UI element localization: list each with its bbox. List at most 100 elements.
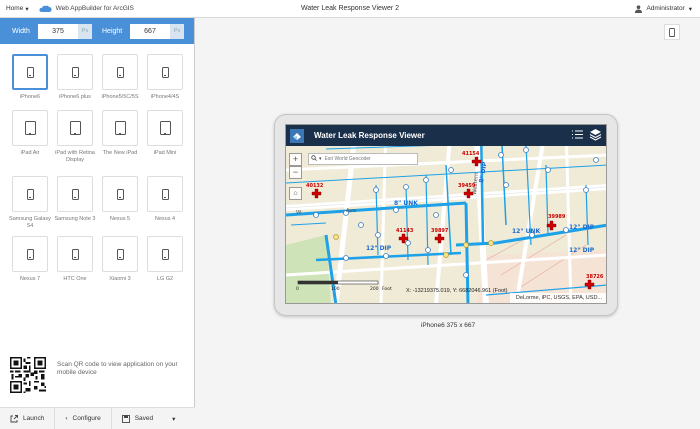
device-sidebar: Width Px Height Px iPhone6 iPhone6 plus … <box>0 18 195 429</box>
device-tile <box>57 176 93 212</box>
zoom-controls: + − ⌂ <box>289 153 302 200</box>
phone-icon <box>161 188 169 200</box>
scale-tick: 200 <box>370 286 379 292</box>
device-ipad-retina[interactable]: iPad with Retina Display <box>55 110 95 164</box>
legend-list-icon[interactable] <box>571 128 584 143</box>
device-label: Nexus 5 <box>109 216 131 222</box>
device-note-3[interactable]: Samsung Note 3 <box>55 176 95 223</box>
pipe-label: 12" DIP <box>569 224 595 231</box>
layers-icon[interactable] <box>589 128 602 143</box>
app-preview[interactable]: 8" UNK 12" DIP 12" UNK 12" DIP 12" DIP 8… <box>285 124 607 304</box>
geocoder-search[interactable]: ▾ <box>308 153 418 165</box>
chevron-left-icon: ‹ <box>65 415 68 422</box>
chevron-down-icon: ▾ <box>172 415 176 423</box>
width-label: Width <box>12 27 30 35</box>
search-input[interactable] <box>324 156 405 162</box>
device-tile <box>57 54 93 90</box>
home-menu[interactable]: Home ▾ <box>6 5 29 13</box>
saved-label: Saved <box>134 415 154 422</box>
app-title: Water Leak Response Viewer <box>314 131 425 140</box>
chevron-down-icon: ▾ <box>25 5 29 13</box>
device-iphone4[interactable]: iPhone4/4S <box>147 54 183 101</box>
configure-button[interactable]: ‹ Configure <box>55 408 112 429</box>
device-label: iPhone5/5C/5S <box>101 94 139 100</box>
app-header: Water Leak Response Viewer <box>286 125 606 146</box>
street-label: Ave <box>346 208 357 214</box>
device-tile <box>102 176 138 212</box>
phone-icon <box>161 248 169 260</box>
leak-id: 38726 <box>586 274 604 280</box>
device-ipad-air[interactable]: iPad Air <box>12 110 48 157</box>
phone-icon <box>669 27 675 37</box>
device-nexus-7[interactable]: Nexus 7 <box>12 236 48 283</box>
device-tile <box>147 176 183 212</box>
phone-icon <box>116 248 124 260</box>
device-label: LG G2 <box>156 276 174 282</box>
cloud-logo-icon <box>39 5 52 12</box>
scale-unit: Foot <box>382 286 392 292</box>
device-nexus-5[interactable]: Nexus 5 <box>102 176 138 223</box>
device-label: iPhone4/4S <box>150 94 180 100</box>
device-nexus-4[interactable]: Nexus 4 <box>147 176 183 223</box>
user-menu[interactable]: Administrator ▾ <box>635 4 692 13</box>
home-view-button[interactable]: ⌂ <box>289 187 302 200</box>
device-label: The New iPad <box>102 150 138 156</box>
device-label: iPhone6 <box>19 94 41 100</box>
phone-icon <box>116 188 124 200</box>
orientation-toggle[interactable] <box>664 24 680 40</box>
size-bar: Width Px Height Px <box>0 18 194 44</box>
zoom-in-button[interactable]: + <box>289 153 302 166</box>
device-tile <box>147 110 183 146</box>
height-input[interactable] <box>130 23 170 39</box>
save-button[interactable]: Saved ▾ <box>112 408 186 429</box>
device-galaxy-s4[interactable]: Samsung Galaxy S4 <box>9 176 51 230</box>
tablet-icon <box>114 121 126 135</box>
device-tile <box>57 110 93 146</box>
device-label: Nexus 4 <box>154 216 176 222</box>
device-iphone6-plus[interactable]: iPhone6 plus <box>57 54 93 101</box>
device-htc-one[interactable]: HTC One <box>57 236 93 283</box>
device-label: Xiaomi 3 <box>109 276 131 282</box>
launch-icon <box>10 414 18 422</box>
device-xiaomi-3[interactable]: Xiaomi 3 <box>102 236 138 283</box>
chevron-down-icon: ▾ <box>688 5 692 13</box>
map-view[interactable]: 8" UNK 12" DIP 12" UNK 12" DIP 12" DIP 8… <box>286 125 607 304</box>
save-icon <box>121 414 130 423</box>
zoom-out-button[interactable]: − <box>289 166 302 179</box>
device-tile <box>12 176 48 212</box>
phone-icon <box>26 188 34 200</box>
leak-id: 41154 <box>462 151 480 157</box>
phone-icon <box>71 66 79 78</box>
device-iphone6[interactable]: iPhone6 <box>12 54 48 101</box>
width-input[interactable] <box>38 23 78 39</box>
leak-id: 39897 <box>431 228 449 234</box>
device-label: Samsung Note 3 <box>54 216 96 222</box>
preview-area: 8" UNK 12" DIP 12" UNK 12" DIP 12" DIP 8… <box>196 18 700 429</box>
qr-code-icon <box>10 357 46 393</box>
launch-button[interactable]: Launch <box>0 408 56 429</box>
product-logo: Web AppBuilder for ArcGIS <box>39 5 134 13</box>
leak-id: 39459 <box>458 183 476 189</box>
device-tile <box>147 236 183 272</box>
device-tile <box>147 54 183 90</box>
search-icon <box>309 155 319 163</box>
pipe-label: 8" UNK <box>394 200 418 207</box>
device-label: iPhone6 plus <box>59 94 91 100</box>
device-new-ipad[interactable]: The New iPad <box>102 110 138 157</box>
device-tile <box>12 236 48 272</box>
home-label: Home <box>6 5 24 12</box>
leak-id: 41143 <box>396 228 414 234</box>
device-ipad-mini[interactable]: iPad Mini <box>147 110 183 157</box>
device-iphone5[interactable]: iPhone5/5C/5S <box>102 54 139 101</box>
phone-icon <box>161 66 169 78</box>
phone-icon <box>26 248 34 260</box>
tablet-icon <box>24 121 36 135</box>
app-logo-icon <box>290 128 304 143</box>
product-name: Web AppBuilder for ArcGIS <box>55 5 134 12</box>
top-bar: Home ▾ Web AppBuilder for ArcGIS Water L… <box>0 0 700 18</box>
phone-icon <box>71 248 79 260</box>
device-size-label: iPhone6 375 x 667 <box>420 322 476 329</box>
leak-id: 40132 <box>306 183 324 189</box>
bottom-toolbar: Launch ‹ Configure Saved ▾ <box>0 407 195 429</box>
device-lg-g2[interactable]: LG G2 <box>147 236 183 283</box>
